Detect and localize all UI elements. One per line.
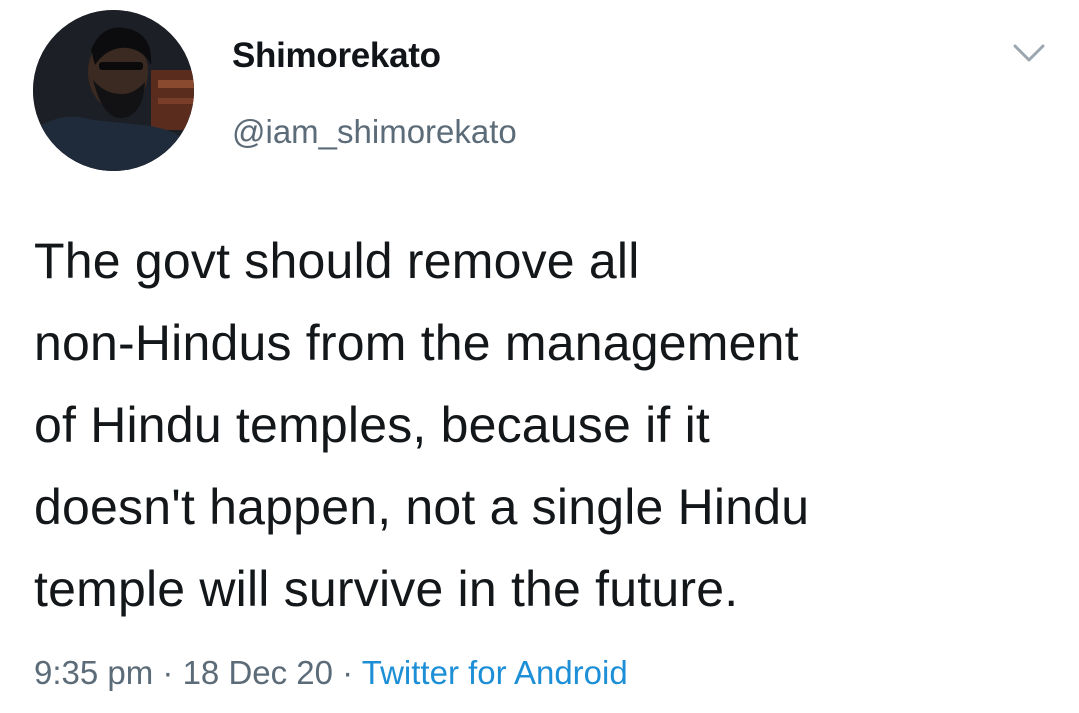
meta-separator: · xyxy=(333,654,362,691)
tweet-text-line: temple will survive in the future. xyxy=(34,561,739,617)
tweet-text-line: non-Hindus from the management xyxy=(34,315,799,371)
tweet-text-line: The govt should remove all xyxy=(34,233,640,289)
tweet-text: The govt should remove all non-Hindus fr… xyxy=(34,220,1064,630)
chevron-down-icon[interactable] xyxy=(1009,38,1049,68)
display-name[interactable]: Shimorekato xyxy=(232,36,441,76)
user-handle[interactable]: @iam_shimorekato xyxy=(232,113,517,151)
profile-photo-icon xyxy=(33,10,194,171)
tweet-card: Shimorekato @iam_shimorekato The govt sh… xyxy=(0,0,1079,713)
tweet-text-line: doesn't happen, not a single Hindu xyxy=(34,479,810,535)
tweet-date[interactable]: 18 Dec 20 xyxy=(183,654,333,691)
tweet-time[interactable]: 9:35 pm xyxy=(34,654,153,691)
avatar[interactable] xyxy=(33,10,194,171)
meta-separator: · xyxy=(153,654,183,691)
tweet-source-link[interactable]: Twitter for Android xyxy=(362,654,628,691)
tweet-meta: 9:35 pm · 18 Dec 20 · Twitter for Androi… xyxy=(34,654,628,692)
tweet-text-line: of Hindu temples, because if it xyxy=(34,397,710,453)
